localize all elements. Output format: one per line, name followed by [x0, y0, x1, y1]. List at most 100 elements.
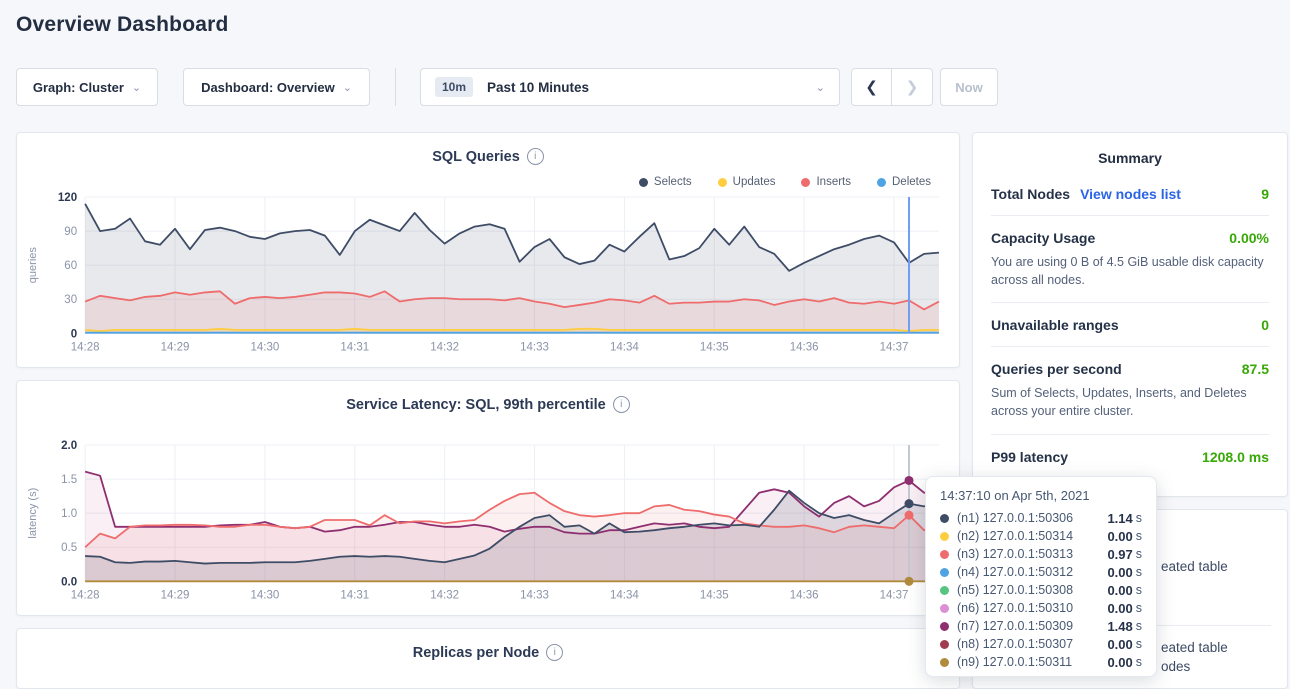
tooltip-node-row: (n1) 127.0.0.1:503061.14s: [940, 509, 1142, 527]
summary-label: Queries per second: [991, 361, 1122, 377]
svg-text:0.5: 0.5: [61, 542, 77, 554]
event-text-fragment: eated table: [1161, 559, 1228, 574]
svg-text:14:32: 14:32: [430, 589, 459, 601]
time-range-badge: 10m: [435, 77, 473, 97]
svg-text:14:37: 14:37: [880, 589, 909, 601]
series-color-dot: [940, 586, 949, 595]
tooltip-node-value: 0.00: [1107, 529, 1132, 544]
chevron-down-icon: ⌄: [132, 81, 141, 94]
tooltip-node-row: (n6) 127.0.0.1:503100.00s: [940, 599, 1142, 617]
tooltip-node-value: 0.00: [1107, 583, 1132, 598]
tooltip-node-row: (n9) 127.0.0.1:503110.00 s: [940, 653, 1142, 671]
series-color-dot: [940, 532, 949, 541]
svg-text:0.0: 0.0: [61, 576, 77, 588]
tooltip-date: on Apr 5th, 2021: [991, 488, 1090, 503]
svg-text:queries: queries: [27, 247, 39, 284]
svg-text:latency (s): latency (s): [27, 488, 39, 539]
legend-label: Deletes: [892, 176, 931, 188]
summary-row: P99 latency1208.0 ms: [991, 435, 1269, 478]
svg-text:14:32: 14:32: [430, 341, 459, 353]
info-icon[interactable]: i: [613, 396, 630, 413]
svg-text:14:29: 14:29: [161, 589, 190, 601]
tooltip-node-row: (n2) 127.0.0.1:503140.00 s: [940, 527, 1142, 545]
now-button-label: Now: [955, 80, 982, 95]
svg-text:14:29: 14:29: [161, 341, 190, 353]
tooltip-node-row: (n7) 127.0.0.1:503091.48s: [940, 617, 1142, 635]
tooltip-node-name: (n7) 127.0.0.1:50309: [957, 619, 1107, 633]
info-icon[interactable]: i: [527, 148, 544, 165]
tooltip-node-unit: s: [1136, 529, 1142, 543]
tooltip-node-name: (n9) 127.0.0.1:50311: [957, 655, 1107, 669]
service-latency-chart[interactable]: 14:2814:2914:3014:3114:3214:3314:3414:35…: [17, 437, 959, 610]
tooltip-node-value: 0.00: [1107, 637, 1132, 652]
time-prev-button[interactable]: ❮: [851, 68, 892, 106]
event-text-fragment: odes: [1161, 659, 1190, 674]
tooltip-node-name: (n5) 127.0.0.1:50308: [957, 583, 1107, 597]
summary-title: Summary: [973, 133, 1287, 172]
service-latency-panel: Service Latency: SQL, 99th percentile i …: [16, 380, 960, 616]
tooltip-node-row: (n8) 127.0.0.1:503070.00s: [940, 635, 1142, 653]
replicas-per-node-panel: Replicas per Node i: [16, 628, 960, 689]
tooltip-node-value: 0.00: [1107, 655, 1132, 670]
summary-row: Unavailable ranges 0: [991, 303, 1269, 347]
dashboard-dropdown[interactable]: Dashboard: Overview ⌄: [183, 68, 370, 106]
svg-text:14:34: 14:34: [610, 341, 639, 353]
summary-value: 87.5: [1242, 361, 1269, 377]
tooltip-node-value: 1.48: [1107, 619, 1132, 634]
sql-queries-panel: SQL Queries i SelectsUpdatesInsertsDelet…: [16, 132, 960, 368]
tooltip-node-name: (n2) 127.0.0.1:50314: [957, 529, 1107, 543]
tooltip-node-row: (n4) 127.0.0.1:503120.00s: [940, 563, 1142, 581]
legend-label: Selects: [654, 176, 692, 188]
svg-text:14:30: 14:30: [250, 341, 279, 353]
series-color-dot: [940, 550, 949, 559]
legend-item-selects: Selects: [639, 175, 692, 189]
summary-label: Capacity Usage: [991, 230, 1095, 246]
tooltip-node-unit: s: [1136, 583, 1142, 597]
tooltip-node-name: (n8) 127.0.0.1:50307: [957, 637, 1107, 651]
legend-dot: [877, 178, 886, 187]
info-icon[interactable]: i: [546, 644, 563, 661]
tooltip-time: 14:37:10: [940, 488, 991, 503]
legend-dot: [801, 178, 810, 187]
summary-row: Capacity Usage 0.00% You are using 0 B of …: [991, 216, 1269, 303]
series-color-dot: [940, 568, 949, 577]
svg-text:14:33: 14:33: [520, 341, 549, 353]
summary-description: You are using 0 B of 4.5 GiB usable disk…: [991, 253, 1269, 289]
summary-value: 0.00%: [1229, 230, 1269, 246]
now-button[interactable]: Now: [940, 68, 998, 106]
summary-value: 0: [1261, 317, 1269, 333]
series-color-dot: [940, 604, 949, 613]
svg-text:2.0: 2.0: [61, 440, 77, 452]
chart-title: Service Latency: SQL, 99th percentile: [346, 397, 606, 413]
svg-text:14:37: 14:37: [880, 341, 909, 353]
tooltip-node-row: (n5) 127.0.0.1:503080.00 s: [940, 581, 1142, 599]
svg-text:14:36: 14:36: [790, 589, 819, 601]
tooltip-node-unit: s: [1136, 547, 1142, 561]
page-title: Overview Dashboard: [16, 13, 229, 37]
svg-text:120: 120: [58, 192, 77, 204]
graph-dropdown[interactable]: Graph: Cluster ⌄: [16, 68, 158, 106]
event-text-fragment: eated table: [1161, 640, 1228, 655]
tooltip-node-value: 0.97: [1107, 547, 1132, 562]
graph-dropdown-label: Graph: Cluster: [33, 80, 124, 95]
svg-text:14:28: 14:28: [71, 589, 100, 601]
legend-dot: [639, 178, 648, 187]
tooltip-node-value: 0.00: [1107, 601, 1132, 616]
summary-description: Sum of Selects, Updates, Inserts, and De…: [991, 384, 1269, 420]
summary-label: Total Nodes: [991, 186, 1070, 202]
svg-text:14:28: 14:28: [71, 341, 100, 353]
chevron-right-icon: ❯: [906, 78, 919, 96]
tooltip-node-unit: s: [1136, 655, 1142, 669]
view-nodes-list-link[interactable]: View nodes list: [1080, 186, 1181, 202]
tooltip-timestamp: 14:37:10 on Apr 5th, 2021: [940, 488, 1142, 503]
tooltip-node-value: 1.14: [1107, 511, 1132, 526]
toolbar-divider: [395, 68, 396, 106]
time-next-button[interactable]: ❯: [892, 68, 933, 106]
time-range-dropdown[interactable]: 10m Past 10 Minutes ⌄: [420, 68, 840, 106]
summary-value: 9: [1261, 186, 1269, 202]
tooltip-node-unit: s: [1136, 565, 1142, 579]
summary-label: Unavailable ranges: [991, 317, 1119, 333]
series-color-dot: [940, 514, 949, 523]
svg-text:30: 30: [64, 294, 77, 306]
sql-queries-chart[interactable]: 14:2814:2914:3014:3114:3214:3314:3414:35…: [17, 189, 959, 362]
